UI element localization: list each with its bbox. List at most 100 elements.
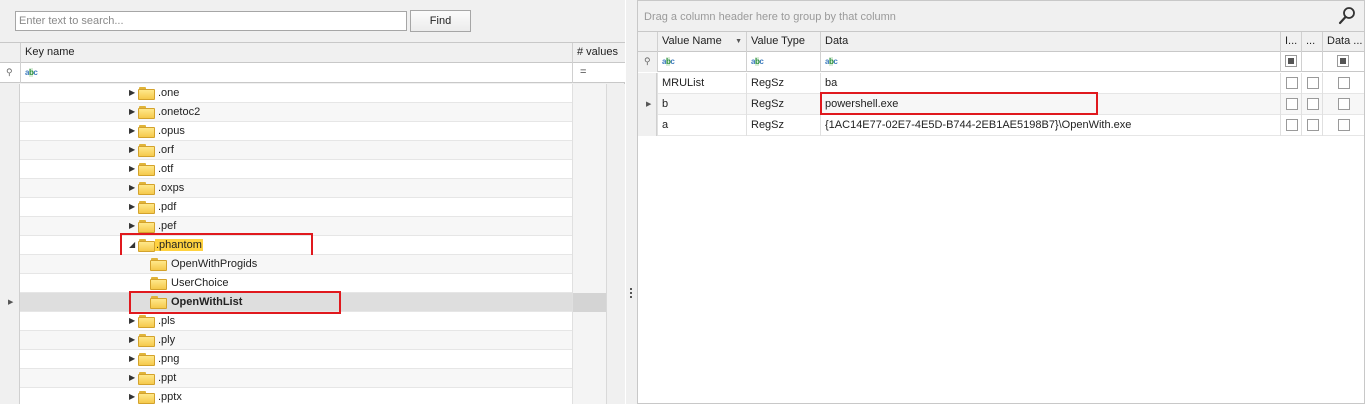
folder-icon: [150, 258, 167, 271]
extra-checkbox[interactable]: [1307, 77, 1319, 89]
current-row-icon: ▶: [8, 299, 14, 306]
value-type-cell[interactable]: RegSz: [746, 73, 820, 94]
data-filter[interactable]: abc: [820, 52, 1280, 72]
data-column-header[interactable]: Data: [820, 32, 1280, 52]
value-data-cell[interactable]: {1AC14E77-02E7-4E5D-B744-2EB1AE5198B7}\O…: [820, 115, 1280, 136]
values-count-cell: [573, 84, 606, 103]
filter-checkbox[interactable]: [1285, 55, 1297, 67]
expand-icon[interactable]: ▶: [129, 202, 135, 211]
expand-icon[interactable]: ▶: [129, 221, 135, 230]
is-deleted-checkbox[interactable]: [1286, 77, 1298, 89]
values-grid: MRUList RegSz ba ▶ b RegSz powershell.exe a RegS…: [638, 73, 1364, 403]
expand-icon[interactable]: ▶: [129, 164, 135, 173]
values-count-cell: [573, 331, 606, 350]
value-data-cell[interactable]: ba: [820, 73, 1280, 94]
expand-icon[interactable]: ▶: [129, 392, 135, 401]
divider: [572, 63, 573, 83]
row-indicator: ▶: [638, 94, 657, 115]
value-type-cell[interactable]: RegSz: [746, 115, 820, 136]
value-name-filter[interactable]: abc: [657, 52, 746, 72]
expand-icon[interactable]: ▶: [129, 183, 135, 192]
value-row[interactable]: ▶ b RegSz powershell.exe: [638, 92, 1364, 115]
filter-gutter: ⚲: [638, 52, 657, 72]
value-type-cell[interactable]: RegSz: [746, 94, 820, 115]
data-mismatch-checkbox[interactable]: [1338, 98, 1350, 110]
is-deleted-checkbox-cell: [1280, 115, 1301, 136]
row-indicator: [0, 350, 20, 369]
tree-node[interactable]: ▶ .png: [0, 350, 606, 369]
expand-icon[interactable]: ▶: [129, 88, 135, 97]
values-count-cell: [573, 255, 606, 274]
splitter-grip: [630, 292, 632, 294]
expand-icon[interactable]: ▶: [129, 335, 135, 344]
row-indicator: [0, 369, 20, 388]
tree-node[interactable]: OpenWithProgids: [0, 255, 606, 274]
filter-checkbox[interactable]: [1337, 55, 1349, 67]
row-indicator: [0, 236, 20, 255]
value-name-column-header[interactable]: Value Name ▼: [657, 32, 746, 52]
extra-checkbox[interactable]: [1307, 98, 1319, 110]
extra-column-header[interactable]: ...: [1301, 32, 1322, 52]
data-mismatch-column-header[interactable]: Data ...: [1322, 32, 1364, 52]
tree-node[interactable]: ◢ .phantom: [0, 233, 606, 257]
folder-icon: [138, 106, 155, 119]
expand-icon[interactable]: ▶: [129, 126, 135, 135]
values-count-cell: [573, 217, 606, 236]
extra-checkbox-cell: [1301, 73, 1322, 94]
data-mismatch-filter[interactable]: [1322, 52, 1364, 72]
value-row[interactable]: a RegSz {1AC14E77-02E7-4E5D-B744-2EB1AE519…: [638, 115, 1364, 136]
search-icon[interactable]: [1338, 6, 1356, 26]
values-count-cell: [573, 122, 606, 141]
tree-node[interactable]: ▶ .ppt: [0, 369, 606, 388]
equals-filter-icon[interactable]: =: [580, 66, 586, 78]
tree-node[interactable]: ▶ .pls: [0, 312, 606, 331]
values-count-column-header[interactable]: # values: [572, 43, 625, 63]
registry-tree: ▶ .one ▶ .onetoc2 ▶ .opus ▶ .orf ▶ .otf ▶ .oxps ▶ .pd…: [0, 84, 606, 404]
tree-node[interactable]: ▶ .oxps: [0, 179, 606, 198]
tree-node[interactable]: ▶ .orf: [0, 141, 606, 160]
group-by-panel[interactable]: Drag a column header here to group by th…: [638, 1, 1364, 32]
folder-icon: [138, 315, 155, 328]
find-button[interactable]: Find: [410, 10, 471, 32]
value-type-column-header[interactable]: Value Type: [746, 32, 820, 52]
tree-node[interactable]: ▶ .opus: [0, 122, 606, 141]
data-mismatch-checkbox[interactable]: [1338, 119, 1350, 131]
value-type-filter[interactable]: abc: [746, 52, 820, 72]
text-filter-icon[interactable]: abc: [25, 68, 38, 77]
folder-icon: [150, 277, 167, 290]
search-input[interactable]: [15, 11, 407, 31]
values-count-cell: [573, 388, 606, 404]
tree-node[interactable]: ▶ .otf: [0, 160, 606, 179]
key-name-column-header[interactable]: Key name: [20, 43, 572, 63]
tree-node[interactable]: ▶ .one: [0, 84, 606, 103]
extra-filter: [1301, 52, 1322, 72]
tree-node[interactable]: ▶ .pdf: [0, 198, 606, 217]
tree-node[interactable]: ▶ .pptx: [0, 388, 606, 404]
data-mismatch-checkbox[interactable]: [1338, 77, 1350, 89]
row-indicator: [0, 122, 20, 141]
tree-scrollbar[interactable]: [606, 84, 625, 404]
data-mismatch-checkbox-cell: [1322, 94, 1364, 115]
value-name-cell[interactable]: MRUList: [657, 73, 746, 94]
tree-node[interactable]: ▶ .onetoc2: [0, 103, 606, 122]
tree-node[interactable]: ▶ OpenWithList: [0, 291, 606, 314]
expand-icon[interactable]: ▶: [129, 316, 135, 325]
is-deleted-checkbox-cell: [1280, 73, 1301, 94]
tree-node[interactable]: ▶ .ply: [0, 331, 606, 350]
expand-icon[interactable]: ▶: [129, 373, 135, 382]
value-name-cell[interactable]: b: [657, 94, 746, 115]
expand-icon[interactable]: ▶: [129, 354, 135, 363]
is-deleted-checkbox[interactable]: [1286, 119, 1298, 131]
expand-icon[interactable]: ▶: [129, 145, 135, 154]
pane-splitter[interactable]: [626, 0, 637, 404]
expand-icon[interactable]: ▶: [129, 107, 135, 116]
is-deleted-column-header[interactable]: I...: [1280, 32, 1301, 52]
folder-icon: [138, 163, 155, 176]
value-row[interactable]: MRUList RegSz ba: [638, 73, 1364, 94]
is-deleted-checkbox[interactable]: [1286, 98, 1298, 110]
value-name-cell[interactable]: a: [657, 115, 746, 136]
row-indicator: [0, 198, 20, 217]
extra-checkbox[interactable]: [1307, 119, 1319, 131]
values-count-cell: [573, 198, 606, 217]
is-deleted-filter[interactable]: [1280, 52, 1301, 72]
